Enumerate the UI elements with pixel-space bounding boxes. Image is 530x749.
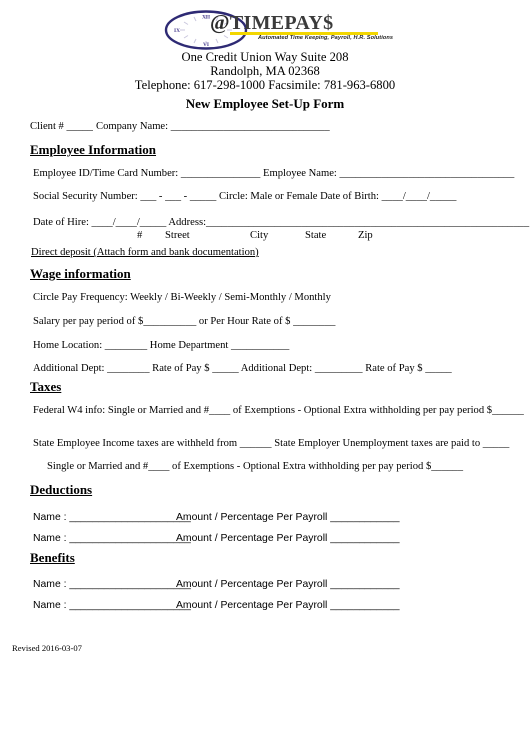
- additional-dept-row[interactable]: Additional Dept: ________ Rate of Pay $ …: [33, 362, 452, 375]
- deduction-row-1-name[interactable]: Name : _____________________: [33, 511, 191, 524]
- logo-pay-text: PAY$: [284, 12, 334, 34]
- logo-wordmark: @TIMEPAY$: [210, 10, 334, 34]
- benefit-row-1-amount[interactable]: Amount / Percentage Per Payroll ________…: [176, 578, 400, 591]
- section-taxes: Taxes: [30, 379, 62, 394]
- logo-time-text: TIME: [229, 12, 285, 34]
- logo-tagline: Automated Time Keeping, Payroll, H.R. So…: [258, 35, 394, 41]
- company-address-line1: One Credit Union Way Suite 208: [181, 50, 349, 64]
- roman-numeral-vi: VI: [203, 42, 209, 48]
- revision-note: Revised 2016-03-07: [12, 643, 82, 653]
- roman-numeral-ix: IX: [174, 28, 180, 34]
- address-sublabel-zip: Zip: [358, 230, 373, 241]
- employee-hire-address-row[interactable]: Date of Hire: ____/____/_____ Address:__…: [33, 216, 529, 229]
- company-address-line2: Randolph, MA 02368: [210, 64, 320, 78]
- company-contact-line: Telephone: 617-298-1000 Facsimile: 781-9…: [134, 78, 396, 92]
- federal-w4-row[interactable]: Federal W4 info: Single or Married and #…: [33, 404, 524, 417]
- salary-rate-row[interactable]: Salary per pay period of $__________ or …: [33, 315, 335, 328]
- section-deductions: Deductions: [30, 482, 93, 497]
- deduction-row-1-amount[interactable]: Amount / Percentage Per Payroll ________…: [176, 511, 400, 524]
- direct-deposit-note: Direct deposit (Attach form and bank doc…: [31, 247, 259, 258]
- benefit-row-2-name[interactable]: Name : _____________________: [33, 599, 191, 612]
- section-wage-information: Wage information: [30, 266, 131, 281]
- address-sublabel-street: Street: [165, 230, 190, 241]
- benefit-row-2-amount[interactable]: Amount / Percentage Per Payroll ________…: [176, 599, 400, 612]
- section-employee-information: Employee Information: [30, 142, 157, 157]
- state-exemptions-row[interactable]: Single or Married and #____ of Exemption…: [47, 460, 463, 473]
- address-sublabel-city: City: [250, 230, 269, 241]
- section-benefits: Benefits: [30, 550, 75, 565]
- pay-frequency-row[interactable]: Circle Pay Frequency: Weekly / Bi-Weekly…: [33, 291, 331, 304]
- company-logo: XII IX VI @TIMEPAY$ Automated Time Keepi…: [0, 8, 530, 54]
- employee-ssn-row[interactable]: Social Security Number: ___ - ___ - ____…: [33, 190, 456, 203]
- address-sublabel-number: #: [137, 230, 143, 241]
- state-tax-row[interactable]: State Employee Income taxes are withheld…: [33, 437, 509, 450]
- address-sublabel-state: State: [305, 230, 327, 241]
- form-page: XII IX VI @TIMEPAY$ Automated Time Keepi…: [0, 0, 530, 749]
- roman-numeral-xii: XII: [202, 15, 210, 21]
- page-title: New Employee Set-Up Form: [185, 96, 345, 111]
- logo-at-symbol: @: [210, 10, 230, 34]
- employee-id-row[interactable]: Employee ID/Time Card Number: __________…: [33, 167, 514, 180]
- benefit-row-1-name[interactable]: Name : _____________________: [33, 578, 191, 591]
- home-location-row[interactable]: Home Location: ________ Home Department …: [33, 339, 289, 352]
- deduction-row-2-amount[interactable]: Amount / Percentage Per Payroll ________…: [176, 532, 400, 545]
- deduction-row-2-name[interactable]: Name : _____________________: [33, 532, 191, 545]
- company-name-field[interactable]: Company Name: __________________________…: [96, 120, 330, 133]
- client-number-field[interactable]: Client # _____: [30, 120, 93, 133]
